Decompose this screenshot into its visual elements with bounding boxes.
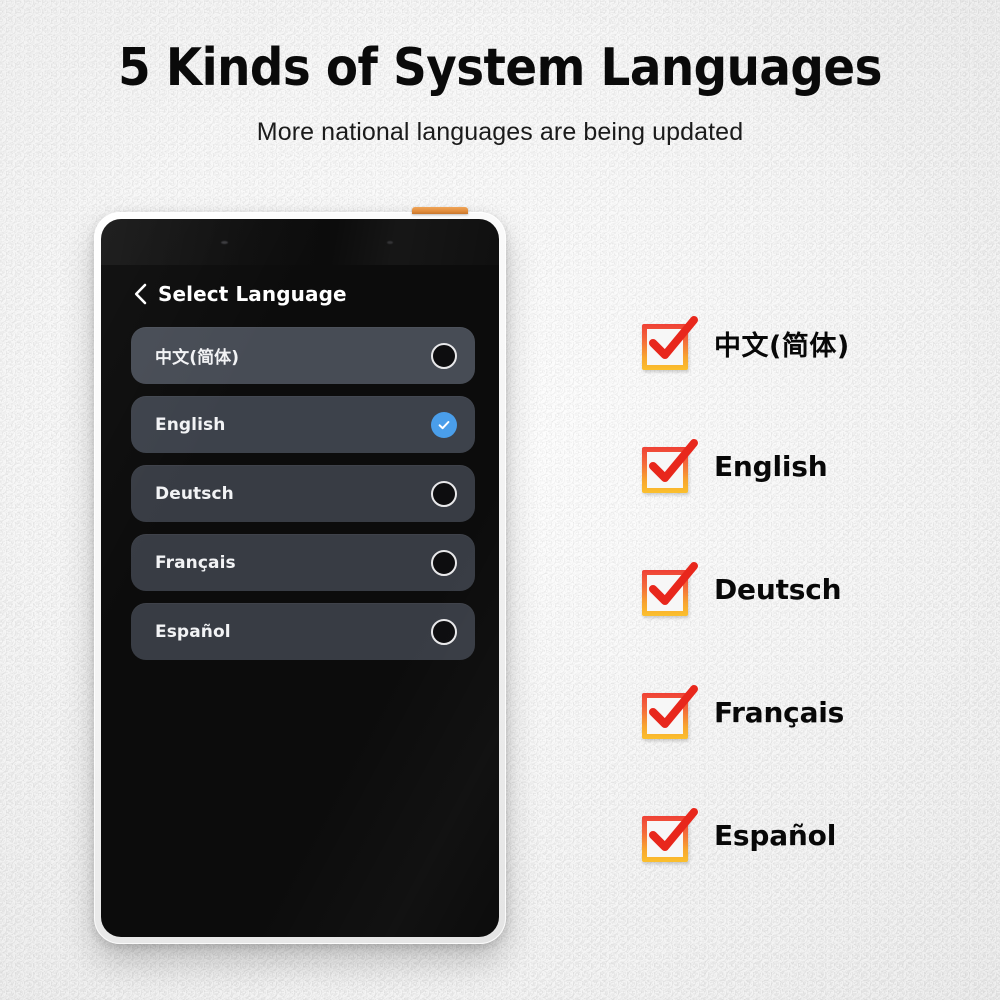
language-option-row[interactable]: Español	[131, 603, 475, 660]
language-option-label: Español	[155, 621, 231, 642]
language-option-label: Français	[155, 552, 236, 573]
checklist-item-label: Español	[714, 819, 837, 852]
language-option-row[interactable]: Français	[131, 534, 475, 591]
radio-unchecked-icon[interactable]	[431, 342, 457, 369]
tablet-screen: Select Language 中文(简体) English Deutsch F…	[101, 219, 499, 937]
language-option-label: English	[155, 414, 226, 435]
checklist-item: Español	[642, 774, 982, 897]
language-option-list: 中文(简体) English Deutsch Français Español	[101, 327, 499, 660]
language-option-row[interactable]: 中文(简体)	[131, 327, 475, 384]
checkbox-checked-icon	[642, 807, 698, 862]
screen-title: Select Language	[158, 282, 347, 306]
checklist-item-label: English	[714, 450, 828, 483]
power-button[interactable]	[412, 207, 468, 214]
page-title: 5 Kinds of System Languages	[118, 38, 882, 98]
checkbox-checked-icon	[642, 561, 698, 616]
radio-unchecked-icon[interactable]	[431, 618, 457, 645]
checklist-item-label: Français	[714, 696, 845, 729]
checklist-item-label: 中文(简体)	[714, 331, 850, 362]
language-option-row[interactable]: Deutsch	[131, 465, 475, 522]
checklist-item: Français	[642, 651, 982, 774]
checkbox-checked-icon	[642, 684, 698, 739]
chevron-left-icon[interactable]	[133, 283, 147, 305]
checkbox-checked-icon	[642, 315, 698, 370]
language-option-label: Deutsch	[155, 483, 234, 504]
radio-unchecked-icon[interactable]	[431, 549, 457, 576]
checkbox-checked-icon	[642, 438, 698, 493]
language-option-label: 中文(简体)	[155, 348, 240, 368]
checklist-item-label: Deutsch	[714, 573, 842, 606]
language-option-row[interactable]: English	[131, 396, 475, 453]
radio-checked-icon[interactable]	[431, 411, 457, 438]
checklist-item: 中文(简体)	[642, 282, 982, 405]
page-subtitle: More national languages are being update…	[256, 118, 744, 146]
language-settings-screen: Select Language 中文(简体) English Deutsch F…	[101, 219, 499, 937]
checklist-item: English	[642, 405, 982, 528]
screen-header: Select Language	[101, 219, 499, 311]
tablet-device: Select Language 中文(简体) English Deutsch F…	[94, 207, 506, 944]
promo-page: 5 Kinds of System Languages More nationa…	[0, 0, 1000, 1000]
checklist-item: Deutsch	[642, 528, 982, 651]
radio-unchecked-icon[interactable]	[431, 480, 457, 507]
language-checklist: 中文(简体) English Deutsch Français Español	[642, 282, 982, 897]
